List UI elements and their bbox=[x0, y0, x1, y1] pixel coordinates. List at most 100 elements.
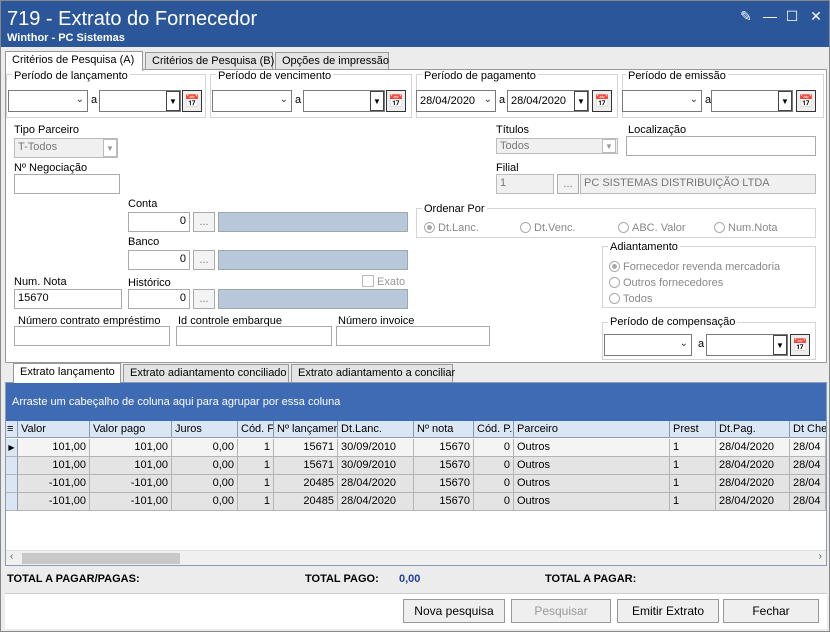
col-prest[interactable]: Prest bbox=[670, 421, 716, 438]
calendar-icon[interactable]: 📅 bbox=[592, 90, 612, 112]
edit-icon[interactable]: ✎ bbox=[735, 7, 757, 25]
pesquisar-button[interactable]: Pesquisar bbox=[511, 599, 611, 623]
col-num-lancamento[interactable]: Nº lançamen bbox=[274, 421, 338, 438]
table-cell[interactable]: Outros bbox=[514, 457, 670, 475]
tab-extrato-lancamento[interactable]: Extrato lançamento bbox=[13, 363, 121, 383]
row-indicator-icon[interactable]: ▶ bbox=[6, 439, 18, 457]
table-cell[interactable]: 1 bbox=[238, 457, 274, 475]
row-selector[interactable] bbox=[6, 475, 18, 493]
chevron-down-icon[interactable]: ▼ bbox=[574, 91, 588, 111]
numero-invoice-input[interactable] bbox=[336, 326, 490, 346]
table-cell[interactable]: 0 bbox=[474, 439, 514, 457]
radio-fornecedor-revenda[interactable]: Fornecedor revenda mercadoria bbox=[609, 261, 780, 273]
table-cell[interactable]: 28/04 bbox=[790, 457, 826, 475]
table-row[interactable]: -101,00 -101,00 0,00 1 20485 28/04/2020 15670 0… bbox=[6, 475, 826, 493]
tab-adiantamento-conciliar[interactable]: Extrato adiantamento a conciliar bbox=[291, 364, 455, 382]
table-row[interactable]: ▶ 101,00 101,00 0,00 1 15671 30/09/2010 15670 0 O… bbox=[6, 439, 826, 457]
chevron-down-icon[interactable]: ▼ bbox=[602, 139, 616, 153]
calendar-icon[interactable]: 📅 bbox=[182, 90, 202, 112]
table-cell[interactable]: 0 bbox=[474, 457, 514, 475]
col-dt-che[interactable]: Dt Che bbox=[790, 421, 826, 438]
row-selector[interactable] bbox=[6, 457, 18, 475]
calendar-icon[interactable]: 📅 bbox=[796, 90, 816, 112]
horizontal-scrollbar[interactable]: ‹ › bbox=[6, 550, 826, 565]
historico-lookup-button[interactable]: ... bbox=[193, 289, 215, 309]
col-num-nota[interactable]: Nº nota bbox=[414, 421, 474, 438]
table-cell[interactable]: -101,00 bbox=[18, 475, 90, 493]
table-cell[interactable]: 15670 bbox=[414, 493, 474, 511]
emitir-extrato-button[interactable]: Emitir Extrato bbox=[617, 599, 719, 623]
group-by-bar[interactable]: Arraste um cabeçalho de coluna aqui para… bbox=[6, 383, 826, 421]
table-cell[interactable]: 1 bbox=[670, 493, 716, 511]
table-cell[interactable]: 1 bbox=[670, 439, 716, 457]
col-valor-pago[interactable]: Valor pago bbox=[90, 421, 172, 438]
periodo-lancamento-from[interactable]: ⌄ bbox=[8, 90, 88, 112]
table-cell[interactable]: 30/09/2010 bbox=[338, 457, 414, 475]
nova-pesquisa-button[interactable]: Nova pesquisa bbox=[403, 599, 505, 623]
table-cell[interactable]: 15670 bbox=[414, 457, 474, 475]
table-cell[interactable]: Outros bbox=[514, 493, 670, 511]
calendar-icon[interactable]: 📅 bbox=[790, 334, 810, 356]
col-valor[interactable]: Valor bbox=[18, 421, 90, 438]
radio-abc-valor[interactable]: ABC. Valor bbox=[618, 222, 686, 234]
chevron-down-icon[interactable]: ▼ bbox=[773, 335, 787, 355]
table-row[interactable]: 101,00 101,00 0,00 1 15671 30/09/2010 15670 0 Ou… bbox=[6, 457, 826, 475]
table-cell[interactable]: 30/09/2010 bbox=[338, 439, 414, 457]
filial-code-input[interactable]: 1 bbox=[496, 174, 554, 194]
column-chooser-icon[interactable]: ≡ bbox=[6, 421, 18, 438]
table-cell[interactable]: 0,00 bbox=[172, 493, 238, 511]
table-cell[interactable]: 28/04 bbox=[790, 475, 826, 493]
radio-dt-venc[interactable]: Dt.Venc. bbox=[520, 222, 576, 234]
table-cell[interactable]: 101,00 bbox=[18, 457, 90, 475]
table-cell[interactable]: 20485 bbox=[274, 493, 338, 511]
table-cell[interactable]: 15670 bbox=[414, 439, 474, 457]
table-cell[interactable]: 28/04/2020 bbox=[716, 457, 790, 475]
table-cell[interactable]: 101,00 bbox=[90, 457, 172, 475]
table-cell[interactable]: 28/04/2020 bbox=[716, 475, 790, 493]
calendar-icon[interactable]: 📅 bbox=[386, 90, 406, 112]
periodo-vencimento-from[interactable]: ⌄ bbox=[212, 90, 292, 112]
titulos-select[interactable]: Todos bbox=[496, 138, 618, 154]
table-cell[interactable]: 0,00 bbox=[172, 439, 238, 457]
col-juros[interactable]: Juros bbox=[172, 421, 238, 438]
periodo-emissao-from[interactable]: ⌄ bbox=[622, 90, 702, 112]
chevron-down-icon[interactable]: ▼ bbox=[778, 91, 792, 111]
table-cell[interactable]: -101,00 bbox=[18, 493, 90, 511]
historico-input[interactable]: 0 bbox=[128, 289, 190, 309]
close-icon[interactable]: ✕ bbox=[805, 7, 827, 25]
localizacao-input[interactable] bbox=[626, 136, 816, 156]
num-negociacao-input[interactable] bbox=[14, 174, 120, 194]
table-cell[interactable]: 0 bbox=[474, 475, 514, 493]
table-cell[interactable]: 1 bbox=[238, 493, 274, 511]
table-cell[interactable]: 15671 bbox=[274, 457, 338, 475]
tab-opcoes-impressao[interactable]: Opções de impressão bbox=[275, 52, 389, 70]
radio-todos[interactable]: Todos bbox=[609, 293, 652, 305]
col-cod-p[interactable]: Cód. P. bbox=[474, 421, 514, 438]
table-cell[interactable]: 0 bbox=[474, 493, 514, 511]
table-cell[interactable]: Outros bbox=[514, 475, 670, 493]
radio-outros-fornecedores[interactable]: Outros fornecedores bbox=[609, 277, 723, 289]
scroll-thumb[interactable] bbox=[22, 553, 180, 564]
table-cell[interactable]: 28/04/2020 bbox=[716, 439, 790, 457]
table-cell[interactable]: 1 bbox=[670, 457, 716, 475]
table-cell[interactable]: 101,00 bbox=[18, 439, 90, 457]
col-dt-pag[interactable]: Dt.Pag. bbox=[716, 421, 790, 438]
table-cell[interactable]: 28/04/2020 bbox=[716, 493, 790, 511]
table-cell[interactable]: 1 bbox=[238, 475, 274, 493]
chevron-down-icon[interactable]: ▼ bbox=[370, 91, 384, 111]
table-row[interactable]: -101,00 -101,00 0,00 1 20485 28/04/2020 15670 0… bbox=[6, 493, 826, 511]
table-cell[interactable]: 20485 bbox=[274, 475, 338, 493]
table-cell[interactable]: 28/04/2020 bbox=[338, 475, 414, 493]
table-cell[interactable]: -101,00 bbox=[90, 493, 172, 511]
id-controle-input[interactable] bbox=[176, 326, 332, 346]
col-cod-fi[interactable]: Cód. Fi bbox=[238, 421, 274, 438]
numero-contrato-input[interactable] bbox=[14, 326, 170, 346]
row-selector[interactable] bbox=[6, 493, 18, 511]
table-cell[interactable]: 28/04/2020 bbox=[338, 493, 414, 511]
tab-criterios-a[interactable]: Critérios de Pesquisa (A) bbox=[5, 51, 143, 71]
minimize-icon[interactable]: — bbox=[759, 7, 781, 25]
table-cell[interactable]: 0,00 bbox=[172, 457, 238, 475]
exato-checkbox[interactable]: Exato bbox=[362, 275, 405, 288]
fechar-button[interactable]: Fechar bbox=[723, 599, 819, 623]
banco-input[interactable]: 0 bbox=[128, 250, 190, 270]
